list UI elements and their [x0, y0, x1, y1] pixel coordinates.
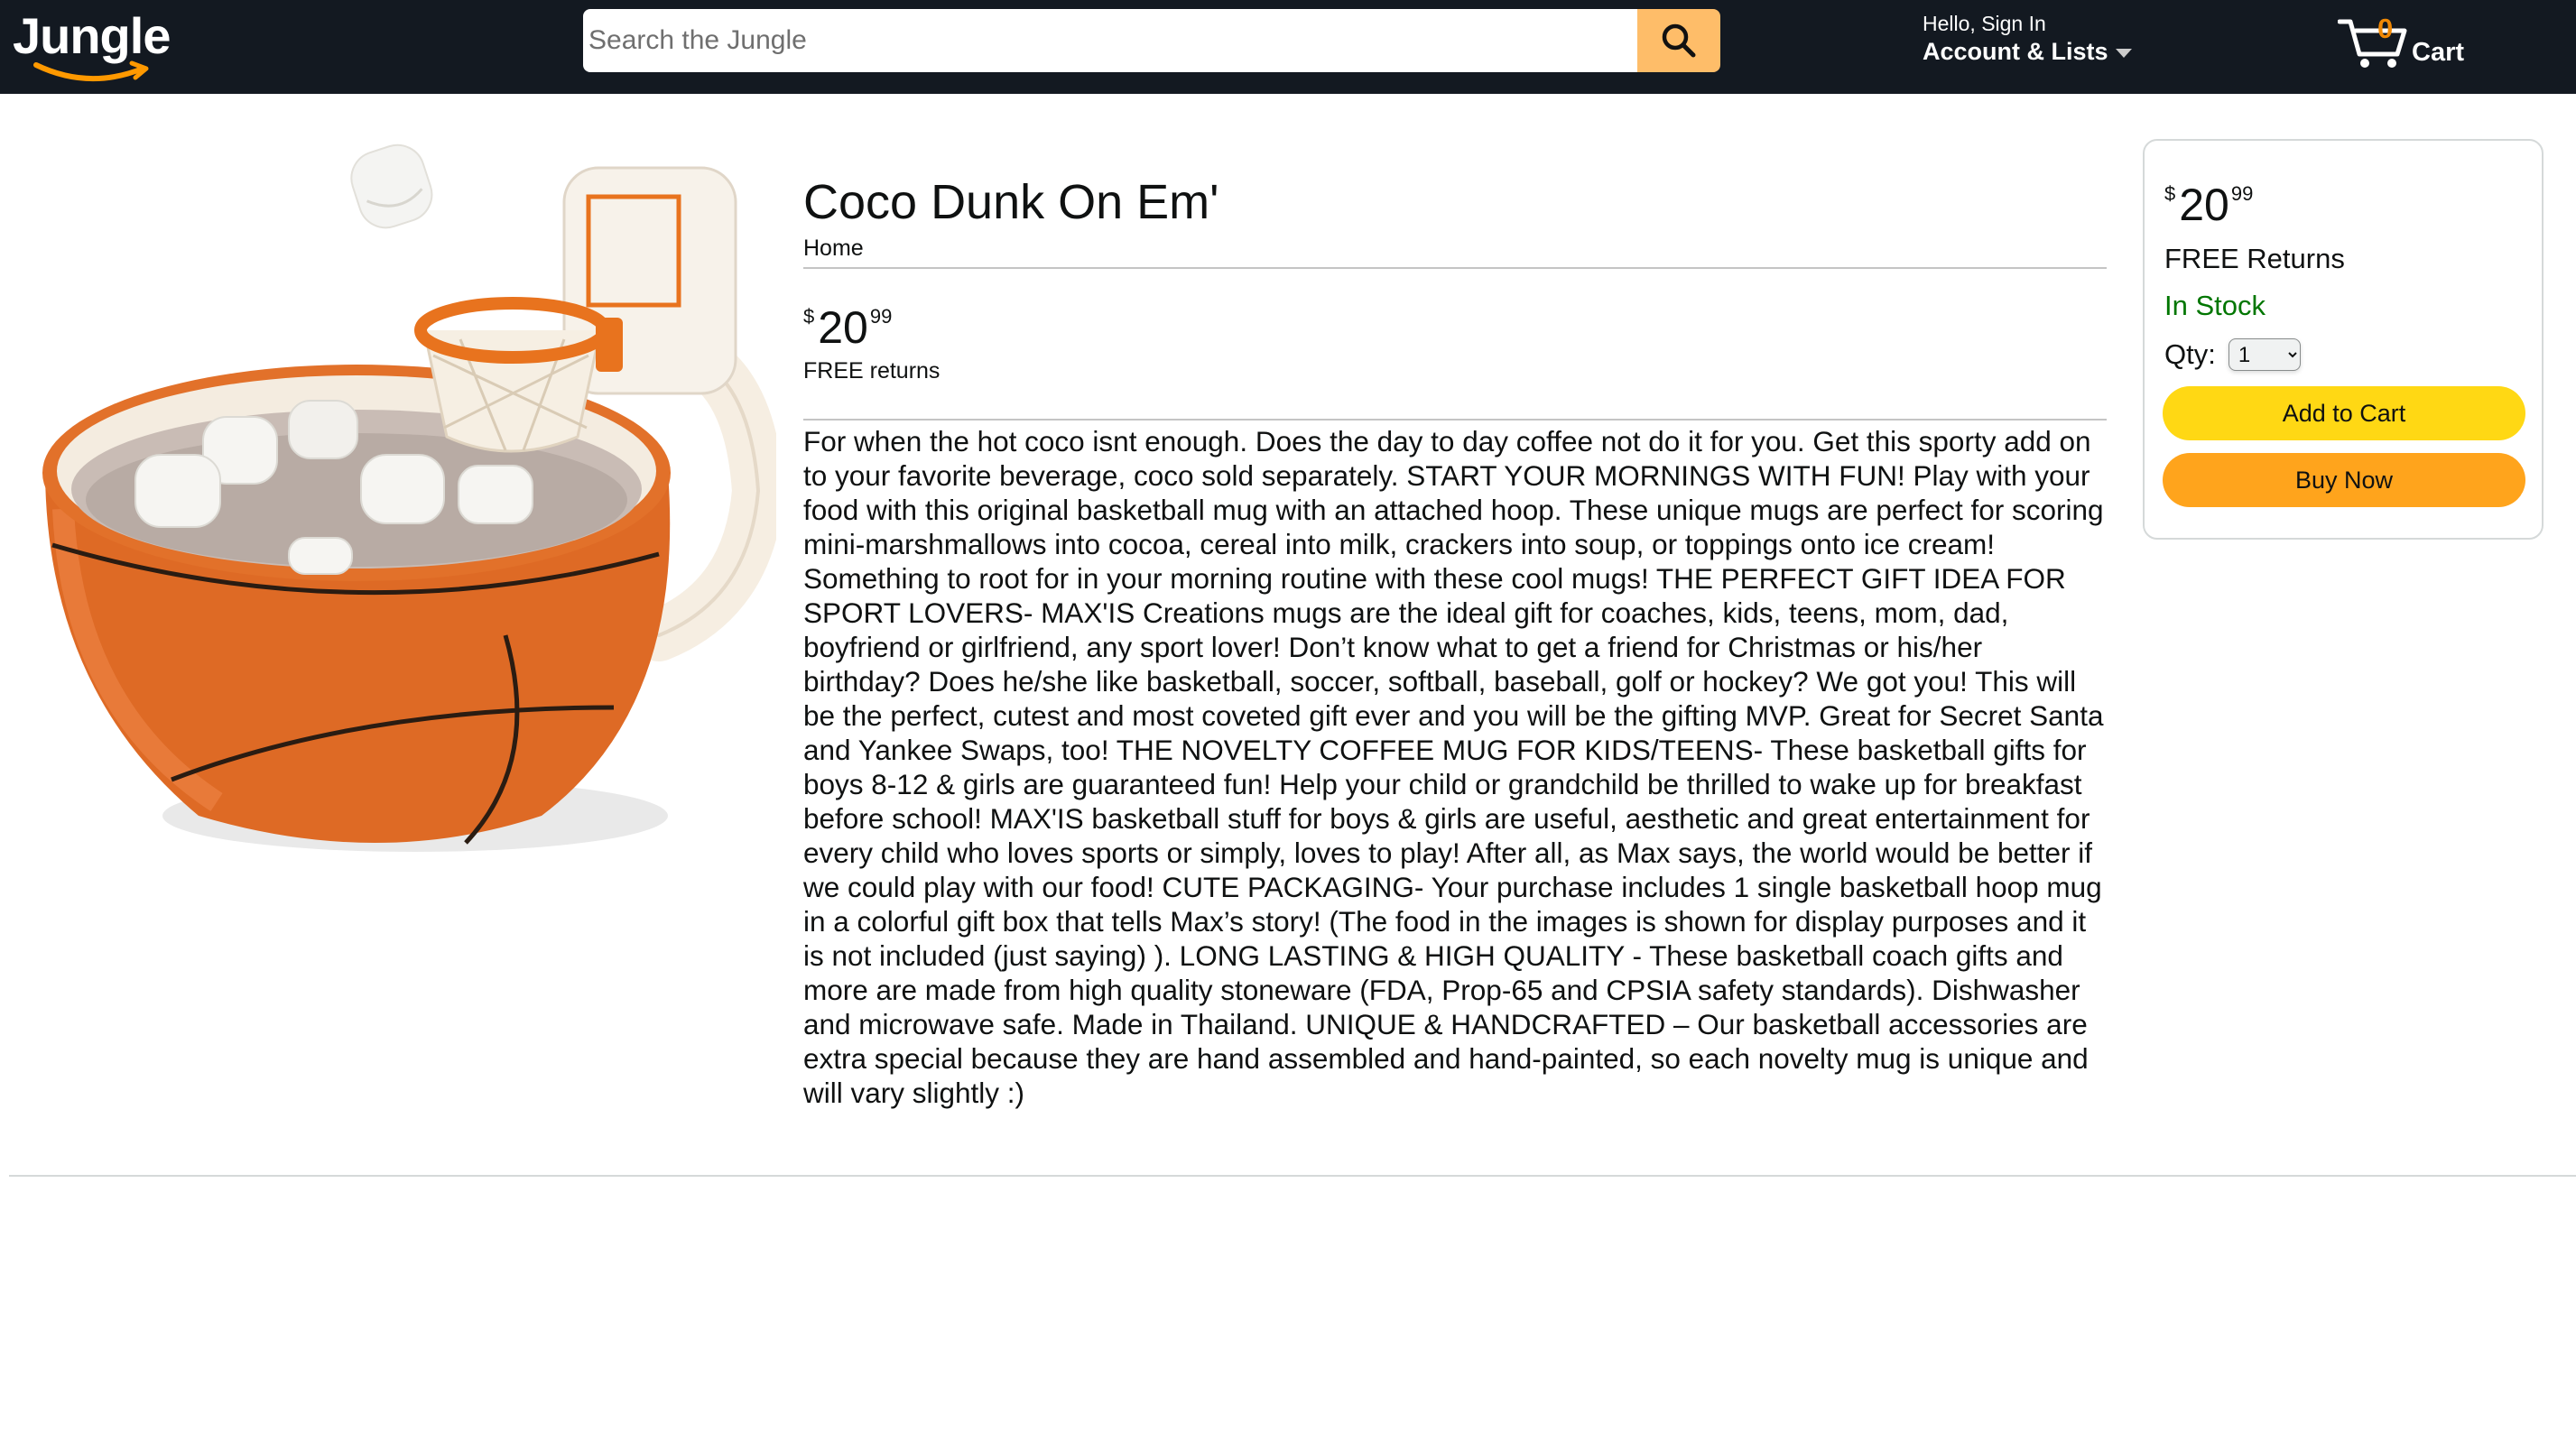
buybox-free-returns: FREE Returns — [2164, 243, 2345, 274]
price-whole: 20 — [818, 302, 868, 353]
product-image[interactable] — [36, 130, 776, 924]
account-lists-text: Account & Lists — [1923, 38, 2108, 65]
price-fraction: 99 — [869, 305, 893, 328]
price-symbol: $ — [803, 305, 815, 328]
logo-text: Jungle — [13, 7, 171, 64]
account-hello-text: Hello, Sign In — [1923, 12, 2046, 35]
search-bar — [583, 9, 1720, 72]
account-lists-label: Account & Lists — [1923, 36, 2139, 67]
footer-divider — [9, 1175, 2576, 1177]
buybox-price: $ 20 99 — [2164, 180, 2253, 229]
price-fraction: 99 — [2230, 182, 2254, 205]
logo-smile-icon — [33, 60, 149, 81]
cart-label: Cart — [2412, 38, 2465, 67]
product-title: Coco Dunk On Em' — [803, 175, 1219, 229]
breadcrumb[interactable]: Home — [803, 235, 2107, 262]
search-button[interactable] — [1637, 9, 1720, 72]
buy-now-button[interactable]: Buy Now — [2163, 453, 2525, 507]
price-whole: 20 — [2179, 180, 2229, 230]
qty-label: Qty: — [2164, 338, 2216, 370]
cart-icon — [2338, 19, 2407, 68]
divider — [803, 419, 2107, 421]
stock-status: In Stock — [2164, 290, 2266, 321]
qty-select[interactable]: 1 — [2228, 338, 2301, 371]
product-description: For when the hot coco isnt enough. Does … — [803, 425, 2104, 1109]
quantity-row: Qty: 1 — [2164, 337, 2301, 372]
cart-button[interactable]: 0 Cart — [2338, 13, 2473, 72]
search-icon — [1662, 23, 1696, 58]
buy-box: $ 20 99 FREE Returns In Stock Qty: 1 Add… — [2143, 139, 2544, 540]
cart-count: 0 — [2377, 13, 2394, 44]
jungle-logo[interactable]: Jungle — [13, 7, 175, 83]
account-and-lists[interactable]: Hello, Sign In Account & Lists — [1923, 11, 2139, 70]
search-input[interactable] — [583, 9, 1637, 72]
product-details: Coco Dunk On Em' Home $ 20 99 FREE retur… — [803, 171, 2107, 1110]
free-returns-text: FREE returns — [803, 358, 941, 384]
price-symbol: $ — [2164, 182, 2176, 205]
divider — [803, 267, 2107, 269]
caret-down-icon — [2115, 49, 2132, 58]
add-to-cart-button[interactable]: Add to Cart — [2163, 386, 2525, 440]
product-price: $ 20 99 — [803, 303, 2107, 352]
top-nav-bar: Jungle Hello, Sign In Account & Lists 0 … — [0, 0, 2576, 94]
